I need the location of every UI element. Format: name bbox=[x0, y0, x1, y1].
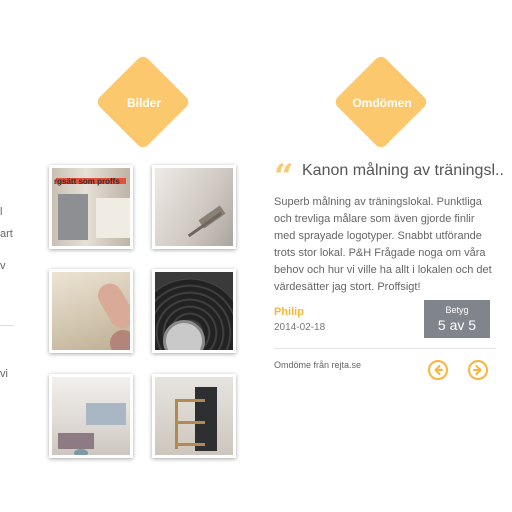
next-review-button[interactable] bbox=[468, 360, 488, 380]
prev-review-button[interactable] bbox=[428, 360, 448, 380]
photo-caption: rgsätt som proffs bbox=[54, 177, 120, 186]
left-divider bbox=[0, 325, 14, 326]
gallery-section-title: Bilder bbox=[126, 96, 161, 110]
arrow-right-icon bbox=[473, 365, 482, 375]
left-text-fragment: l bbox=[0, 206, 3, 218]
gallery-photo[interactable]: rgsätt som proffs bbox=[49, 165, 133, 249]
reviews-section-title: Omdömen bbox=[352, 96, 412, 110]
review-body: Superb målning av träningslokal. Punktli… bbox=[274, 196, 492, 293]
left-text-fragment: vi bbox=[0, 368, 8, 380]
review-title: Kanon målning av träningsl.. bbox=[302, 162, 504, 179]
gallery-photo[interactable] bbox=[49, 374, 133, 458]
gallery-section-badge: Bilder bbox=[94, 53, 192, 151]
left-text-fragment: v bbox=[0, 260, 6, 272]
review-date: 2014-02-18 bbox=[274, 322, 326, 333]
rating-box: Betyg 5 av 5 bbox=[424, 300, 490, 338]
left-text-fragment: art bbox=[0, 228, 13, 240]
quote-icon: “ bbox=[274, 157, 294, 197]
review-source: Omdöme från rejta.se bbox=[274, 360, 362, 370]
review-author: Philip bbox=[274, 306, 304, 318]
arrow-left-icon bbox=[434, 365, 443, 375]
review-divider bbox=[274, 348, 496, 349]
reviews-section-badge: Omdömen bbox=[332, 53, 430, 151]
gallery-photo[interactable] bbox=[49, 269, 133, 353]
rating-label: Betyg bbox=[445, 305, 469, 315]
gallery-photo[interactable] bbox=[152, 165, 236, 249]
gallery-photo[interactable] bbox=[152, 374, 236, 458]
rating-value: 5 av 5 bbox=[437, 317, 477, 333]
gallery-photo[interactable] bbox=[152, 269, 236, 353]
